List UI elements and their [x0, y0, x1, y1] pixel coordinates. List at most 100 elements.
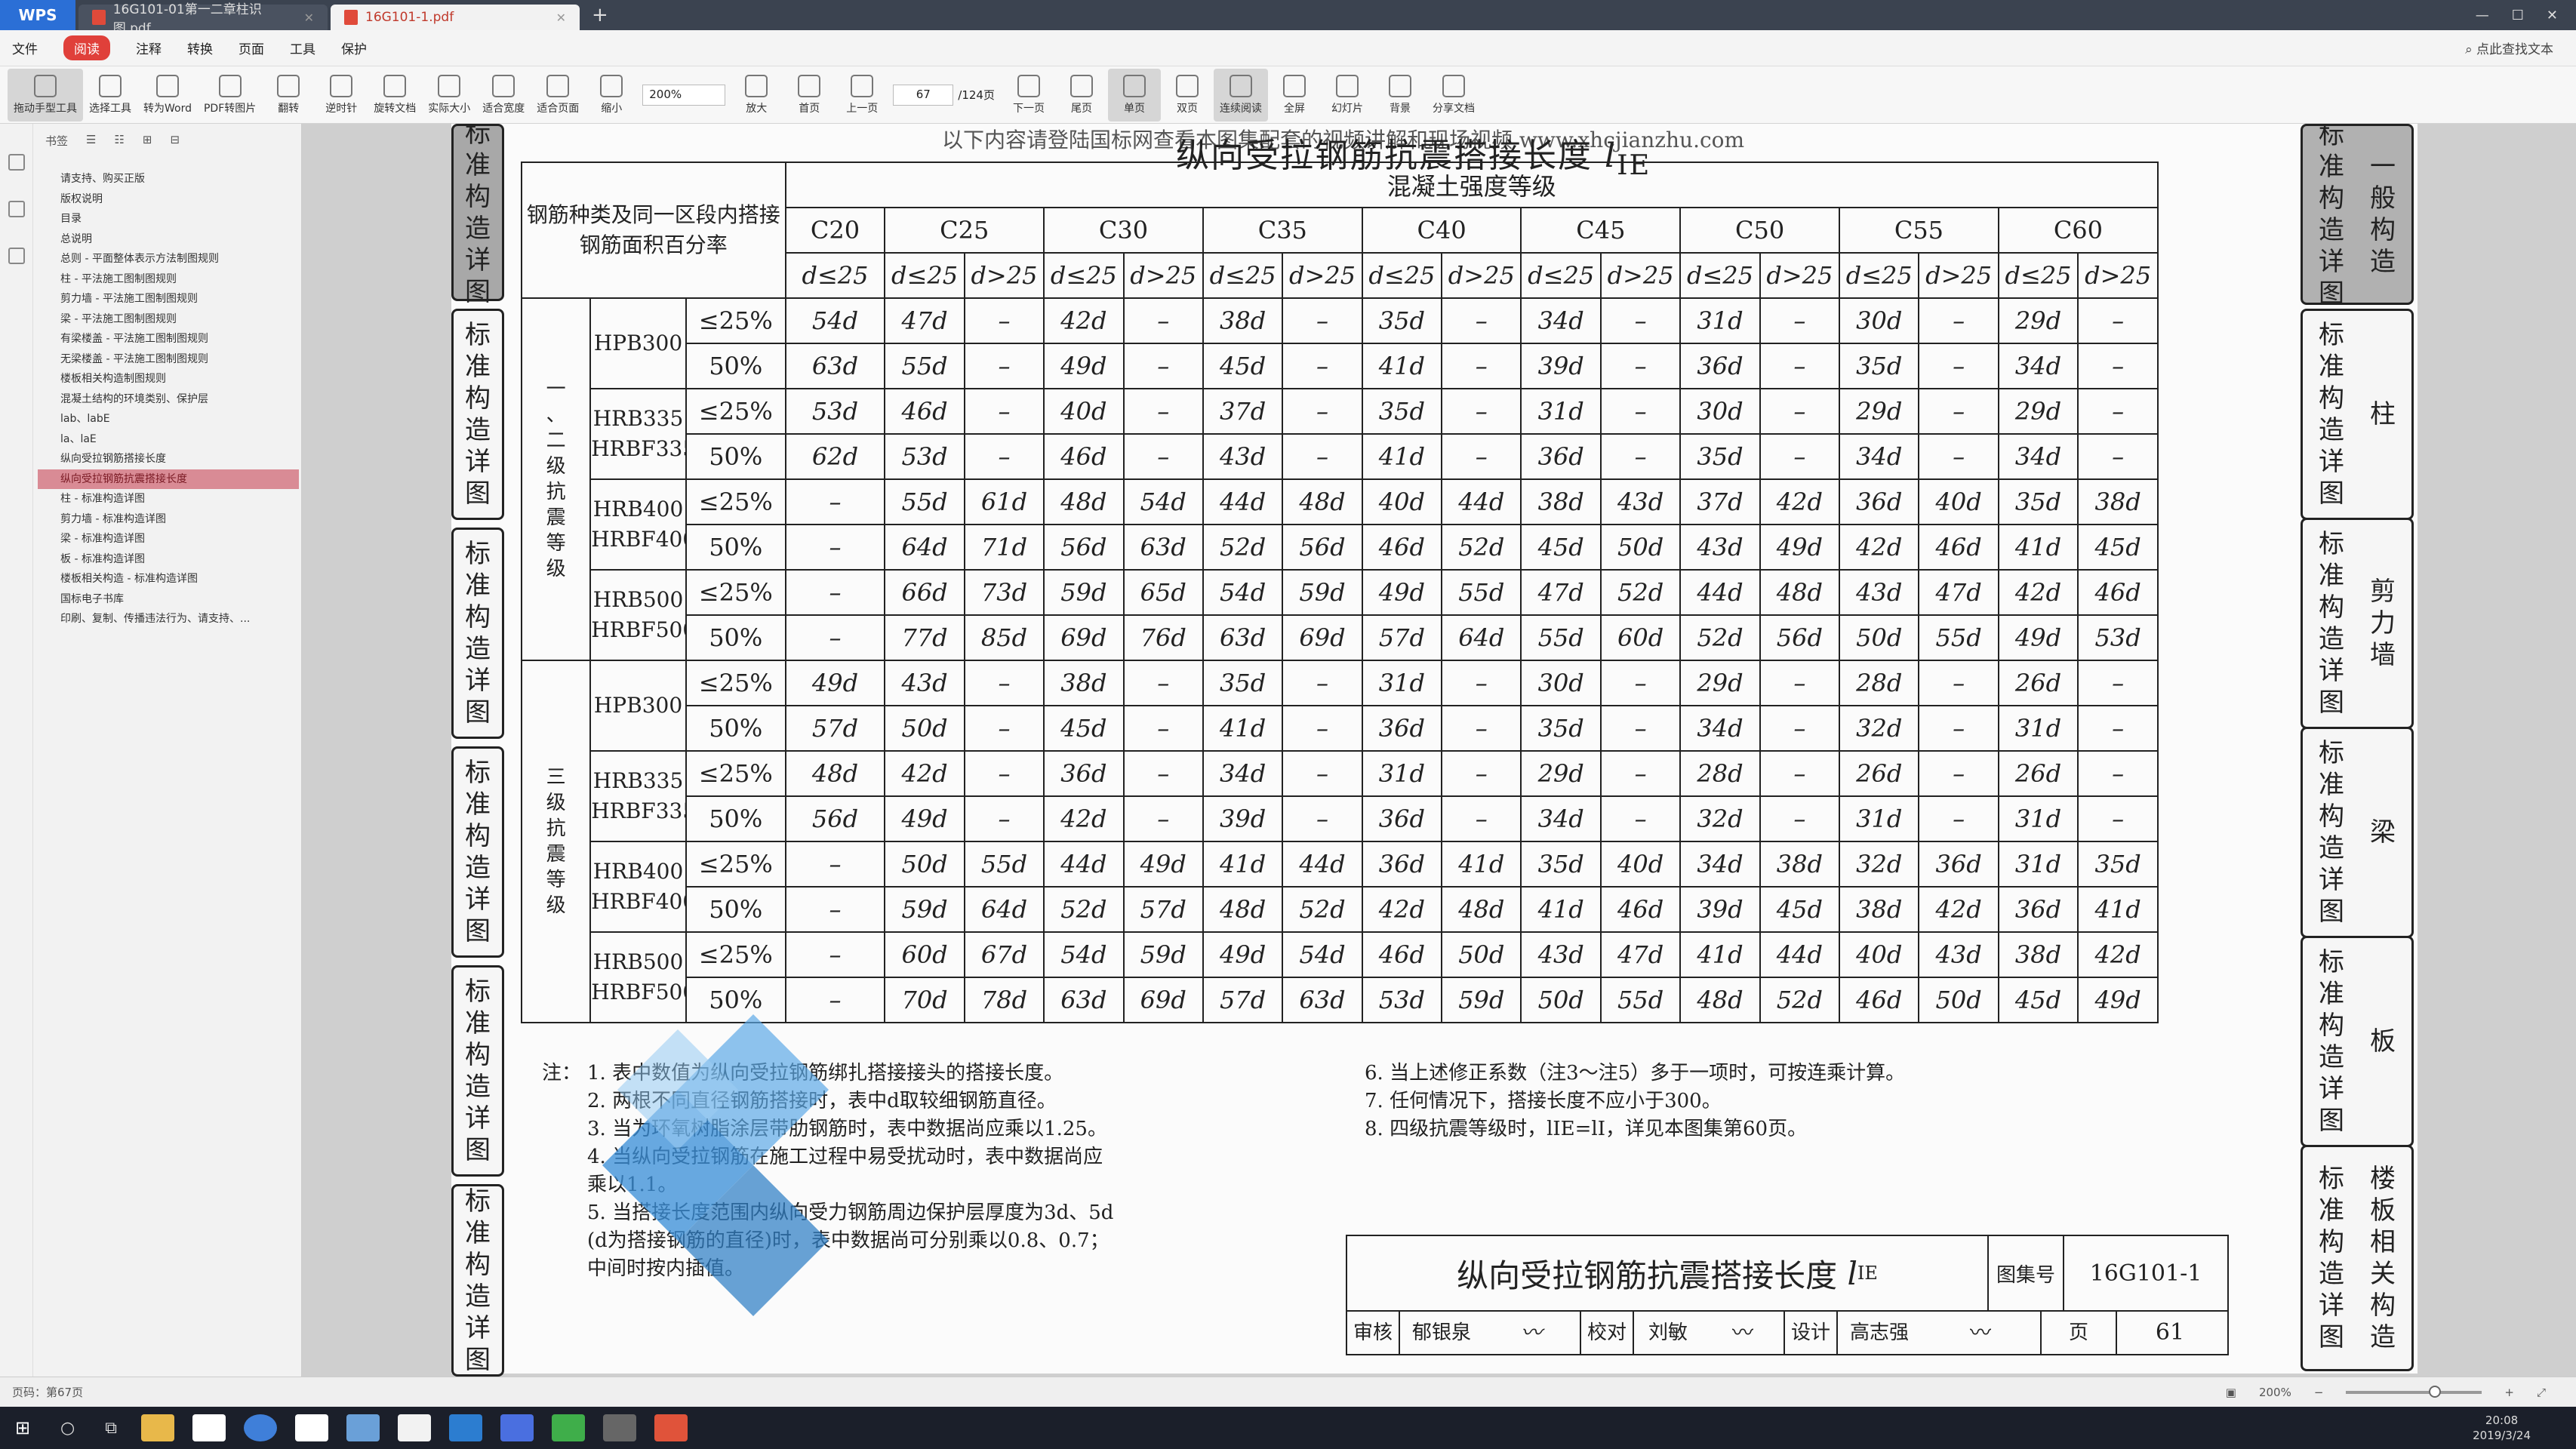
photos-app-icon[interactable]: [602, 1414, 636, 1441]
bookmark-item[interactable]: 柱 - 平法施工图制图规则: [38, 269, 299, 290]
fullscreen-button[interactable]: 全屏: [1268, 69, 1321, 122]
new-tab-icon[interactable]: +: [592, 4, 608, 26]
task-view-icon[interactable]: ⧉: [105, 1419, 117, 1438]
continuous-read-button[interactable]: 连续阅读: [1213, 68, 1268, 122]
menu-file[interactable]: 文件: [12, 38, 38, 57]
wps-pdf-app-icon[interactable]: [654, 1414, 688, 1441]
select-tool-button[interactable]: 选择工具: [83, 69, 137, 122]
bookmark-item[interactable]: 总说明: [38, 229, 299, 250]
right-strip-tab[interactable]: 标准构造详图剪力墙: [2301, 518, 2414, 729]
zoom-in-icon[interactable]: +: [2504, 1386, 2514, 1399]
bookmark-item[interactable]: 纵向受拉钢筋搭接长度: [38, 449, 299, 469]
rotate-document-button[interactable]: 旋转文档: [368, 69, 422, 122]
zoom-slider-handle[interactable]: [2429, 1385, 2442, 1398]
thumbnail-icon[interactable]: [8, 201, 25, 217]
system-clock[interactable]: 20:08 2019/3/24: [2473, 1413, 2576, 1443]
bookmark-item[interactable]: 无梁楼盖 - 平法施工图制图规则: [38, 349, 299, 370]
windows-start-icon[interactable]: ⊞: [0, 1407, 45, 1449]
document-app-icon[interactable]: [192, 1414, 226, 1441]
bookmark-item[interactable]: 印刷、复制、传播违法行为、请支持、...: [38, 609, 299, 629]
right-strip-tab[interactable]: 标准构造详图楼板相关构造: [2301, 1145, 2414, 1371]
media-app-icon[interactable]: [500, 1414, 534, 1441]
maximize-icon[interactable]: ☐: [2512, 8, 2524, 23]
bookmark-item[interactable]: 楼板相关构造制图规则: [38, 369, 299, 389]
close-window-icon[interactable]: ✕: [2547, 8, 2558, 23]
delete-bookmark-icon[interactable]: ⊟: [171, 133, 180, 149]
tab-document-2[interactable]: 16G101-1.pdf ✕: [331, 5, 580, 30]
fit-width-button[interactable]: 适合宽度: [476, 69, 531, 122]
zoom-out-button[interactable]: 缩小: [585, 69, 638, 122]
bookmark-item[interactable]: 总则 - 平面整体表示方法制图规则: [38, 249, 299, 269]
search-box[interactable]: ⌕ 点此查找文本: [2465, 38, 2576, 57]
search-icon[interactable]: ○: [60, 1419, 75, 1438]
bookmark-item[interactable]: 目录: [38, 209, 299, 229]
menu-annotate[interactable]: 注释: [136, 38, 162, 57]
bookmark-item[interactable]: 请支持、购买正版: [38, 169, 299, 189]
menu-convert[interactable]: 转换: [187, 38, 213, 57]
right-strip-tab[interactable]: 标准构造详图梁: [2301, 727, 2414, 938]
document-viewport[interactable]: 标准构造详图标准构造详图标准构造详图标准构造详图标准构造详图标准构造详图 标准构…: [302, 124, 2576, 1377]
spreadsheet-app-icon[interactable]: [551, 1414, 585, 1441]
next-page-button[interactable]: 下一页: [1002, 69, 1055, 122]
bookmark-item[interactable]: 梁 - 标准构造详图: [38, 529, 299, 549]
pdf-to-image-button[interactable]: PDF转图片: [198, 69, 262, 122]
single-page-button[interactable]: 单页: [1107, 68, 1161, 122]
close-icon[interactable]: ✕: [556, 11, 566, 25]
right-strip-tab[interactable]: 标准构造详图柱: [2301, 309, 2414, 520]
bookmark-icon[interactable]: [8, 154, 25, 171]
zoom-in-button[interactable]: 放大: [730, 69, 783, 122]
bookmark-item[interactable]: 版权说明: [38, 189, 299, 210]
comment-icon[interactable]: [8, 248, 25, 264]
bookmark-item[interactable]: 楼板相关构造 - 标准构造详图: [38, 569, 299, 589]
page-number-input[interactable]: 67: [893, 84, 954, 106]
to-word-button[interactable]: 转为Word: [137, 69, 198, 122]
bookmark-item[interactable]: 剪力墙 - 标准构造详图: [38, 509, 299, 530]
notepad-icon[interactable]: [294, 1414, 328, 1441]
slideshow-button[interactable]: 幻灯片: [1321, 69, 1374, 122]
bookmark-item[interactable]: 板 - 标准构造详图: [38, 549, 299, 570]
close-icon[interactable]: ✕: [304, 11, 314, 25]
right-strip-tab[interactable]: 标准构造详图板: [2301, 936, 2414, 1147]
menu-tools[interactable]: 工具: [290, 38, 315, 57]
bookmark-item[interactable]: 国标电子书库: [38, 589, 299, 610]
browser-icon[interactable]: [243, 1414, 277, 1441]
minimize-icon[interactable]: —: [2476, 8, 2489, 23]
fullscreen-icon[interactable]: ⤢: [2537, 1386, 2546, 1399]
wps-logo[interactable]: WPS: [0, 0, 75, 30]
first-page-button[interactable]: 首页: [783, 69, 836, 122]
menu-protect[interactable]: 保护: [341, 38, 367, 57]
tab-document-1[interactable]: 16G101-01第一二章柱识图.pdf ✕: [78, 2, 328, 36]
share-document-button[interactable]: 分享文档: [1426, 69, 1481, 122]
fit-page-button[interactable]: 适合页面: [531, 69, 585, 122]
last-page-button[interactable]: 尾页: [1055, 69, 1108, 122]
bookmark-item[interactable]: 柱 - 标准构造详图: [38, 489, 299, 509]
menu-page[interactable]: 页面: [239, 38, 264, 57]
actual-size-button[interactable]: 实际大小: [422, 69, 476, 122]
rotate-button[interactable]: 翻转: [262, 69, 315, 122]
right-strip-tab[interactable]: 标准构造详图一般构造: [2301, 124, 2414, 309]
prev-page-button[interactable]: 上一页: [836, 69, 888, 122]
collapse-all-icon[interactable]: ☷: [114, 133, 124, 149]
bookmark-item[interactable]: 混凝土结构的环境类别、保护层: [38, 389, 299, 410]
file-explorer-icon[interactable]: [140, 1414, 174, 1441]
add-bookmark-icon[interactable]: ⊞: [143, 133, 152, 149]
view-mode-icon[interactable]: ▣: [2226, 1386, 2236, 1399]
bookmark-item[interactable]: 剪力墙 - 平法施工图制图规则: [38, 289, 299, 309]
zoom-slider[interactable]: [2346, 1385, 2482, 1398]
double-page-button[interactable]: 双页: [1161, 69, 1214, 122]
bookmark-item[interactable]: lab、labE: [38, 409, 299, 429]
text-app-icon[interactable]: [397, 1414, 431, 1441]
bookmark-item[interactable]: 梁 - 平法施工图制图规则: [38, 309, 299, 330]
hand-tool-button[interactable]: 拖动手型工具: [8, 68, 83, 122]
background-button[interactable]: 背景: [1374, 69, 1426, 122]
bookmark-item[interactable]: 纵向受拉钢筋抗震搭接长度: [38, 469, 299, 489]
counterclockwise-button[interactable]: 逆时针: [315, 69, 368, 122]
menu-read[interactable]: 阅读: [63, 35, 110, 60]
zoom-input[interactable]: 200%: [642, 84, 726, 106]
bookmark-item[interactable]: la、laE: [38, 429, 299, 450]
bookmark-item[interactable]: 有梁楼盖 - 平法施工图制图规则: [38, 329, 299, 349]
zoom-out-icon[interactable]: −: [2314, 1386, 2324, 1399]
expand-all-icon[interactable]: ☰: [86, 133, 96, 149]
image-viewer-icon[interactable]: [346, 1414, 380, 1441]
cad-app-icon[interactable]: [448, 1414, 482, 1441]
